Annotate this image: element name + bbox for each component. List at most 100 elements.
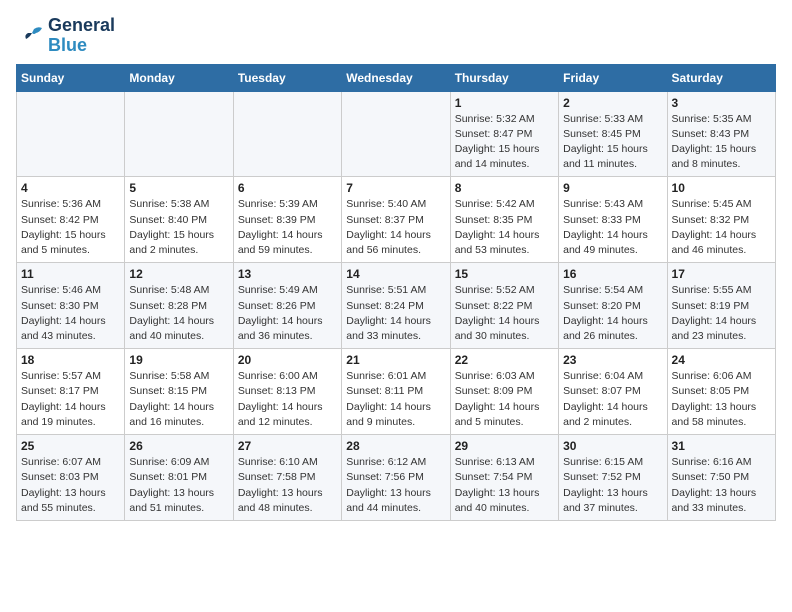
calendar-cell: 2 Sunrise: 5:33 AM Sunset: 8:45 PM Daylig… (559, 91, 667, 177)
calendar-week-row: 11Sunrise: 5:46 AM Sunset: 8:30 PM Dayli… (17, 263, 776, 349)
day-info: Sunrise: 5:33 AM Sunset: 8:45 PM Dayligh… (563, 112, 662, 173)
day-number: 8 (455, 181, 554, 195)
weekday-header: Sunday (17, 64, 125, 91)
calendar-cell (17, 91, 125, 177)
day-info: Sunrise: 5:54 AM Sunset: 8:20 PM Dayligh… (563, 283, 662, 344)
day-info: Sunrise: 6:13 AM Sunset: 7:54 PM Dayligh… (455, 455, 554, 516)
calendar-cell: 15Sunrise: 5:52 AM Sunset: 8:22 PM Dayli… (450, 263, 558, 349)
day-info: Sunrise: 5:55 AM Sunset: 8:19 PM Dayligh… (672, 283, 771, 344)
day-number: 24 (672, 353, 771, 367)
day-number: 28 (346, 439, 445, 453)
weekday-header: Monday (125, 64, 233, 91)
day-info: Sunrise: 5:52 AM Sunset: 8:22 PM Dayligh… (455, 283, 554, 344)
day-info: Sunrise: 6:07 AM Sunset: 8:03 PM Dayligh… (21, 455, 120, 516)
day-number: 1 (455, 96, 554, 110)
day-number: 23 (563, 353, 662, 367)
day-info: Sunrise: 5:36 AM Sunset: 8:42 PM Dayligh… (21, 197, 120, 258)
weekday-header: Tuesday (233, 64, 341, 91)
calendar-cell: 3 Sunrise: 5:35 AM Sunset: 8:43 PM Daylig… (667, 91, 775, 177)
calendar-cell (342, 91, 450, 177)
calendar-cell: 18Sunrise: 5:57 AM Sunset: 8:17 PM Dayli… (17, 349, 125, 435)
day-number: 31 (672, 439, 771, 453)
day-number: 4 (21, 181, 120, 195)
day-info: Sunrise: 6:03 AM Sunset: 8:09 PM Dayligh… (455, 369, 554, 430)
calendar-cell: 4 Sunrise: 5:36 AM Sunset: 8:42 PM Daylig… (17, 177, 125, 263)
day-info: Sunrise: 6:06 AM Sunset: 8:05 PM Dayligh… (672, 369, 771, 430)
day-info: Sunrise: 6:04 AM Sunset: 8:07 PM Dayligh… (563, 369, 662, 430)
calendar-cell: 25 Sunrise: 6:07 AM Sunset: 8:03 PM Dayli… (17, 435, 125, 521)
day-number: 7 (346, 181, 445, 195)
day-info: Sunrise: 5:39 AM Sunset: 8:39 PM Dayligh… (238, 197, 337, 258)
weekday-header: Saturday (667, 64, 775, 91)
day-number: 14 (346, 267, 445, 281)
calendar-cell: 30Sunrise: 6:15 AM Sunset: 7:52 PM Dayli… (559, 435, 667, 521)
day-info: Sunrise: 5:51 AM Sunset: 8:24 PM Dayligh… (346, 283, 445, 344)
weekday-header: Friday (559, 64, 667, 91)
calendar-table: SundayMondayTuesdayWednesdayThursdayFrid… (16, 64, 776, 521)
calendar-cell: 21 Sunrise: 6:01 AM Sunset: 8:11 PM Dayli… (342, 349, 450, 435)
day-info: Sunrise: 6:10 AM Sunset: 7:58 PM Dayligh… (238, 455, 337, 516)
calendar-week-row: 25 Sunrise: 6:07 AM Sunset: 8:03 PM Dayli… (17, 435, 776, 521)
day-info: Sunrise: 5:35 AM Sunset: 8:43 PM Dayligh… (672, 112, 771, 173)
calendar-cell: 9Sunrise: 5:43 AM Sunset: 8:33 PM Daylig… (559, 177, 667, 263)
logo-bird-icon (16, 25, 44, 47)
day-number: 9 (563, 181, 662, 195)
calendar-cell: 10 Sunrise: 5:45 AM Sunset: 8:32 PM Dayli… (667, 177, 775, 263)
day-number: 12 (129, 267, 228, 281)
day-info: Sunrise: 6:00 AM Sunset: 8:13 PM Dayligh… (238, 369, 337, 430)
calendar-cell: 29 Sunrise: 6:13 AM Sunset: 7:54 PM Dayli… (450, 435, 558, 521)
day-info: Sunrise: 5:48 AM Sunset: 8:28 PM Dayligh… (129, 283, 228, 344)
calendar-cell: 14 Sunrise: 5:51 AM Sunset: 8:24 PM Dayli… (342, 263, 450, 349)
calendar-cell: 24 Sunrise: 6:06 AM Sunset: 8:05 PM Dayli… (667, 349, 775, 435)
calendar-cell: 28Sunrise: 6:12 AM Sunset: 7:56 PM Dayli… (342, 435, 450, 521)
calendar-header-row: SundayMondayTuesdayWednesdayThursdayFrid… (17, 64, 776, 91)
day-number: 10 (672, 181, 771, 195)
calendar-week-row: 18Sunrise: 5:57 AM Sunset: 8:17 PM Dayli… (17, 349, 776, 435)
day-info: Sunrise: 5:38 AM Sunset: 8:40 PM Dayligh… (129, 197, 228, 258)
day-info: Sunrise: 5:45 AM Sunset: 8:32 PM Dayligh… (672, 197, 771, 258)
calendar-cell: 7 Sunrise: 5:40 AM Sunset: 8:37 PM Daylig… (342, 177, 450, 263)
calendar-cell: 12 Sunrise: 5:48 AM Sunset: 8:28 PM Dayli… (125, 263, 233, 349)
day-number: 29 (455, 439, 554, 453)
calendar-cell: 17Sunrise: 5:55 AM Sunset: 8:19 PM Dayli… (667, 263, 775, 349)
day-number: 22 (455, 353, 554, 367)
calendar-cell: 22 Sunrise: 6:03 AM Sunset: 8:09 PM Dayli… (450, 349, 558, 435)
calendar-cell: 16 Sunrise: 5:54 AM Sunset: 8:20 PM Dayli… (559, 263, 667, 349)
day-info: Sunrise: 5:58 AM Sunset: 8:15 PM Dayligh… (129, 369, 228, 430)
day-info: Sunrise: 5:49 AM Sunset: 8:26 PM Dayligh… (238, 283, 337, 344)
calendar-cell: 26 Sunrise: 6:09 AM Sunset: 8:01 PM Dayli… (125, 435, 233, 521)
calendar-cell (233, 91, 341, 177)
calendar-week-row: 1Sunrise: 5:32 AM Sunset: 8:47 PM Daylig… (17, 91, 776, 177)
logo-text: General Blue (48, 16, 115, 56)
day-number: 3 (672, 96, 771, 110)
calendar-cell: 27Sunrise: 6:10 AM Sunset: 7:58 PM Dayli… (233, 435, 341, 521)
calendar-cell: 6Sunrise: 5:39 AM Sunset: 8:39 PM Daylig… (233, 177, 341, 263)
calendar-cell: 20 Sunrise: 6:00 AM Sunset: 8:13 PM Dayli… (233, 349, 341, 435)
weekday-header: Thursday (450, 64, 558, 91)
day-number: 26 (129, 439, 228, 453)
day-info: Sunrise: 6:16 AM Sunset: 7:50 PM Dayligh… (672, 455, 771, 516)
calendar-cell: 19 Sunrise: 5:58 AM Sunset: 8:15 PM Dayli… (125, 349, 233, 435)
day-info: Sunrise: 6:01 AM Sunset: 8:11 PM Dayligh… (346, 369, 445, 430)
day-number: 21 (346, 353, 445, 367)
day-number: 25 (21, 439, 120, 453)
day-info: Sunrise: 5:42 AM Sunset: 8:35 PM Dayligh… (455, 197, 554, 258)
calendar-week-row: 4 Sunrise: 5:36 AM Sunset: 8:42 PM Daylig… (17, 177, 776, 263)
day-number: 16 (563, 267, 662, 281)
day-number: 5 (129, 181, 228, 195)
day-number: 11 (21, 267, 120, 281)
day-number: 20 (238, 353, 337, 367)
day-number: 19 (129, 353, 228, 367)
day-info: Sunrise: 5:57 AM Sunset: 8:17 PM Dayligh… (21, 369, 120, 430)
calendar-cell (125, 91, 233, 177)
day-info: Sunrise: 6:15 AM Sunset: 7:52 PM Dayligh… (563, 455, 662, 516)
day-info: Sunrise: 6:09 AM Sunset: 8:01 PM Dayligh… (129, 455, 228, 516)
calendar-cell: 11Sunrise: 5:46 AM Sunset: 8:30 PM Dayli… (17, 263, 125, 349)
day-number: 13 (238, 267, 337, 281)
calendar-cell: 8 Sunrise: 5:42 AM Sunset: 8:35 PM Daylig… (450, 177, 558, 263)
day-info: Sunrise: 5:40 AM Sunset: 8:37 PM Dayligh… (346, 197, 445, 258)
calendar-cell: 23 Sunrise: 6:04 AM Sunset: 8:07 PM Dayli… (559, 349, 667, 435)
calendar-cell: 31 Sunrise: 6:16 AM Sunset: 7:50 PM Dayli… (667, 435, 775, 521)
day-number: 2 (563, 96, 662, 110)
page-header: General Blue (16, 16, 776, 56)
